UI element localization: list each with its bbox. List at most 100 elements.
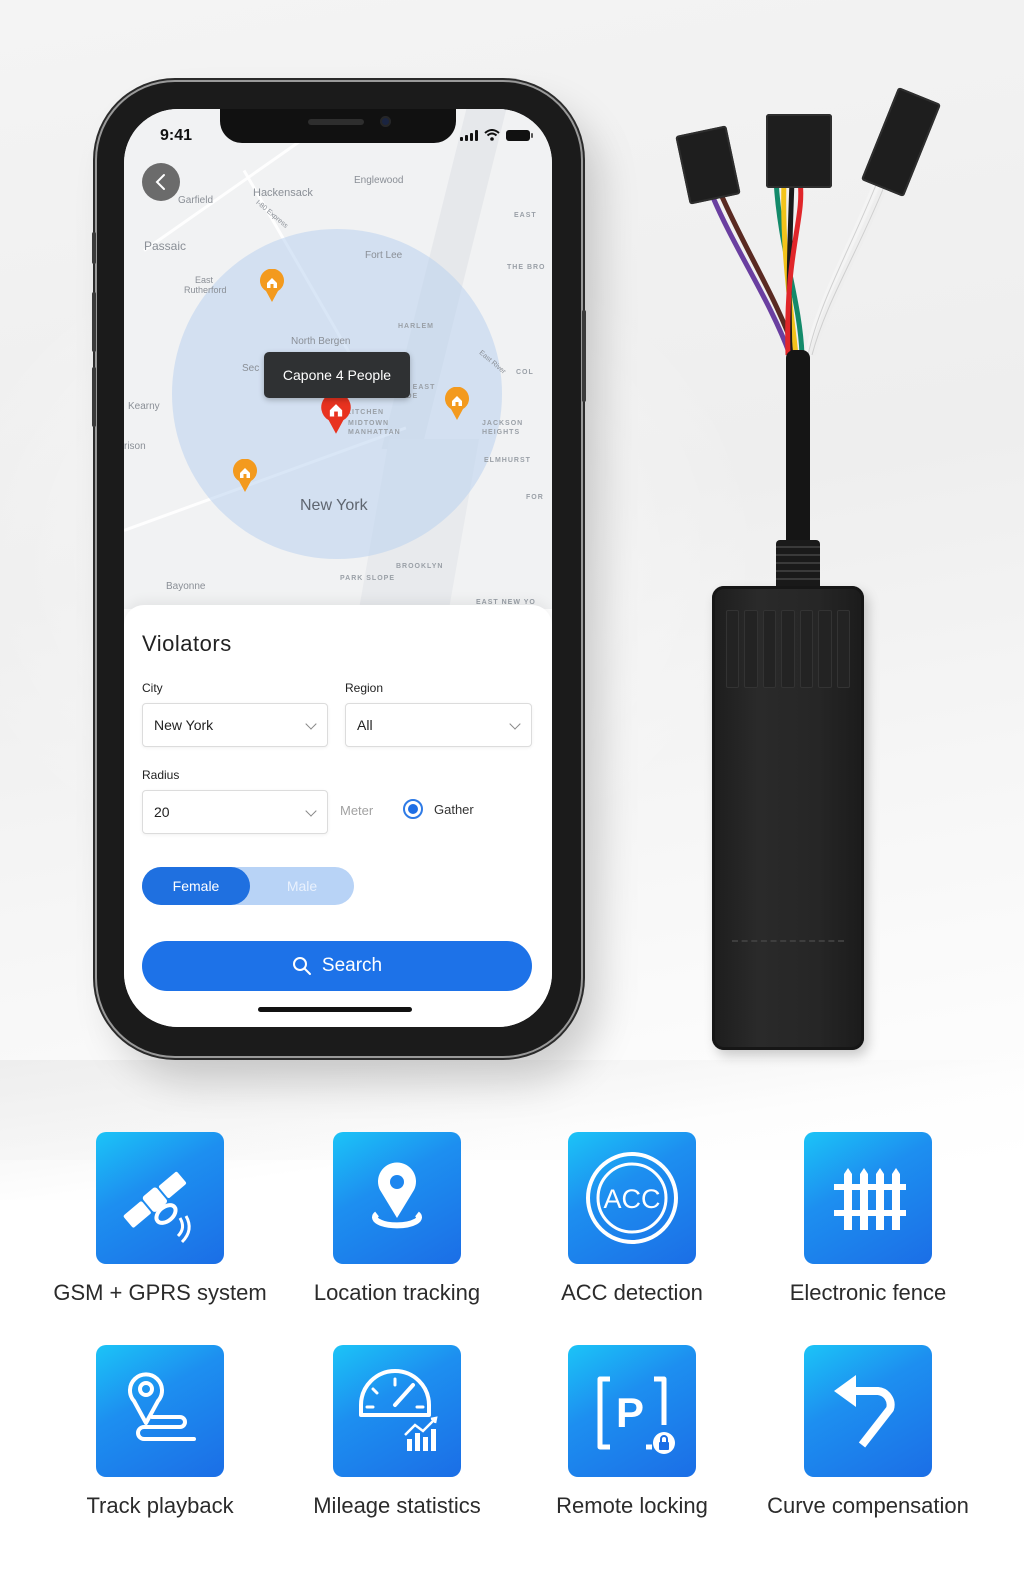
home-pin-icon[interactable]	[259, 269, 285, 303]
gender-toggle[interactable]: Male Female	[142, 867, 354, 905]
map-tooltip: Capone 4 People	[264, 352, 410, 398]
location-pin-icon	[372, 1162, 422, 1229]
acc-icon: ACC	[586, 1152, 678, 1244]
feature-location-tracking: Location tracking	[279, 1132, 515, 1306]
gather-radio[interactable]	[403, 799, 423, 819]
radius-select[interactable]: 20	[142, 790, 328, 834]
gather-label[interactable]: Gather	[434, 802, 474, 817]
feature-label: Curve compensation	[767, 1493, 969, 1518]
map-label: EAST	[514, 212, 537, 219]
phone-mockup: 9:41 Hackensack Englewood Garfield I-80	[92, 82, 586, 1056]
map-label: JACKSON HEIGHTS	[482, 420, 524, 436]
chevron-down-icon	[305, 718, 317, 730]
volume-up-button	[92, 292, 96, 352]
feature-gsm-gprs: GSM + GPRS system	[42, 1132, 278, 1306]
map-label: PARK SLOPE	[340, 575, 395, 582]
feature-tile	[96, 1132, 224, 1264]
map-label: rison	[124, 441, 146, 452]
map-label: North Bergen	[291, 336, 351, 347]
map-label: HARLEM	[398, 323, 434, 330]
map-label: Kearny	[128, 401, 160, 412]
map-label: I-80 Express	[254, 199, 289, 230]
selected-home-pin-icon[interactable]	[320, 393, 352, 435]
home-pin-icon[interactable]	[444, 387, 470, 421]
feature-acc-detection: ACC ACC detection	[514, 1132, 750, 1306]
svg-text:ACC: ACC	[603, 1184, 660, 1214]
feature-tile	[333, 1345, 461, 1477]
middle-connector	[766, 114, 832, 188]
map-label: THE BRO	[507, 264, 546, 271]
filter-sheet: Violators City New York Region All Radiu…	[124, 605, 552, 1027]
svg-text:P: P	[616, 1389, 644, 1436]
volume-down-button	[92, 367, 96, 427]
map-label: MIDTOWN MANHATTAN	[348, 420, 401, 436]
mute-switch	[92, 232, 96, 264]
front-camera	[380, 116, 391, 127]
search-button[interactable]: Search	[142, 941, 532, 991]
power-button	[582, 310, 586, 402]
feature-tile	[804, 1345, 932, 1477]
map-label: Sec	[242, 363, 260, 374]
speaker	[308, 119, 364, 125]
track-route-icon	[128, 1372, 196, 1441]
feature-tile: P	[568, 1345, 696, 1477]
radius-unit: Meter	[340, 803, 374, 818]
map-label: ELMHURST	[484, 457, 531, 464]
tracker-housing	[712, 586, 864, 1050]
feature-mileage-statistics: Mileage statistics	[279, 1345, 515, 1519]
status-time: 9:41	[160, 127, 193, 144]
region-select[interactable]: All	[345, 703, 532, 747]
feature-label: Mileage statistics	[313, 1493, 481, 1518]
map-label: Hackensack	[253, 187, 313, 199]
map-label: Garfield	[178, 195, 214, 206]
status-icons	[460, 129, 533, 141]
feature-label: ACC detection	[561, 1280, 703, 1305]
feature-electronic-fence: Electronic fence	[750, 1132, 986, 1306]
sheet-title: Violators	[142, 631, 232, 656]
feature-tile	[96, 1345, 224, 1477]
feature-tile: ACC	[568, 1132, 696, 1264]
map-label: Bayonne	[166, 581, 206, 592]
map-view[interactable]: Hackensack Englewood Garfield I-80 Expre…	[124, 109, 552, 609]
map-label: East Rutherford	[184, 275, 227, 295]
housing-ribs	[726, 610, 850, 688]
gps-tracker-device	[640, 80, 980, 1070]
feature-label: Track playback	[86, 1493, 234, 1518]
back-button[interactable]	[142, 163, 180, 201]
notch	[220, 109, 456, 143]
map-label: COL	[516, 369, 534, 376]
feature-track-playback: Track playback	[42, 1345, 278, 1519]
housing-seam	[732, 940, 844, 942]
map-label: BROOKLYN	[396, 563, 444, 570]
map-label: Fort Lee	[365, 250, 403, 261]
turn-arrow-icon	[834, 1375, 895, 1448]
main-cable	[786, 350, 810, 550]
wifi-icon	[484, 129, 500, 141]
map-label: Englewood	[354, 175, 404, 186]
feature-label: Electronic fence	[789, 1280, 947, 1305]
feature-remote-locking: P Remote locking	[514, 1345, 750, 1519]
region-value: All	[357, 717, 373, 733]
feature-label: GSM + GPRS system	[53, 1280, 267, 1305]
feature-curve-compensation: Curve compensation	[750, 1345, 986, 1519]
map-label: New York	[300, 497, 368, 514]
speedometer-chart-icon	[359, 1369, 438, 1451]
radius-value: 20	[154, 804, 170, 820]
city-label: City	[142, 681, 163, 695]
toggle-male[interactable]: Male	[250, 867, 354, 905]
signal-icon	[460, 129, 478, 141]
home-pin-icon[interactable]	[232, 459, 258, 493]
home-indicator	[258, 1007, 412, 1012]
map-label: Passaic	[144, 239, 187, 253]
chevron-down-icon	[305, 805, 317, 817]
city-value: New York	[154, 717, 214, 733]
search-icon	[292, 957, 311, 975]
region-label: Region	[345, 681, 384, 695]
battery-icon	[506, 129, 533, 141]
satellite-icon	[123, 1171, 191, 1244]
chevron-left-icon	[155, 174, 165, 190]
phone-screen: 9:41 Hackensack Englewood Garfield I-80	[124, 109, 552, 1027]
feature-label: Remote locking	[556, 1493, 708, 1518]
city-select[interactable]: New York	[142, 703, 328, 747]
toggle-female[interactable]: Female	[142, 867, 250, 905]
